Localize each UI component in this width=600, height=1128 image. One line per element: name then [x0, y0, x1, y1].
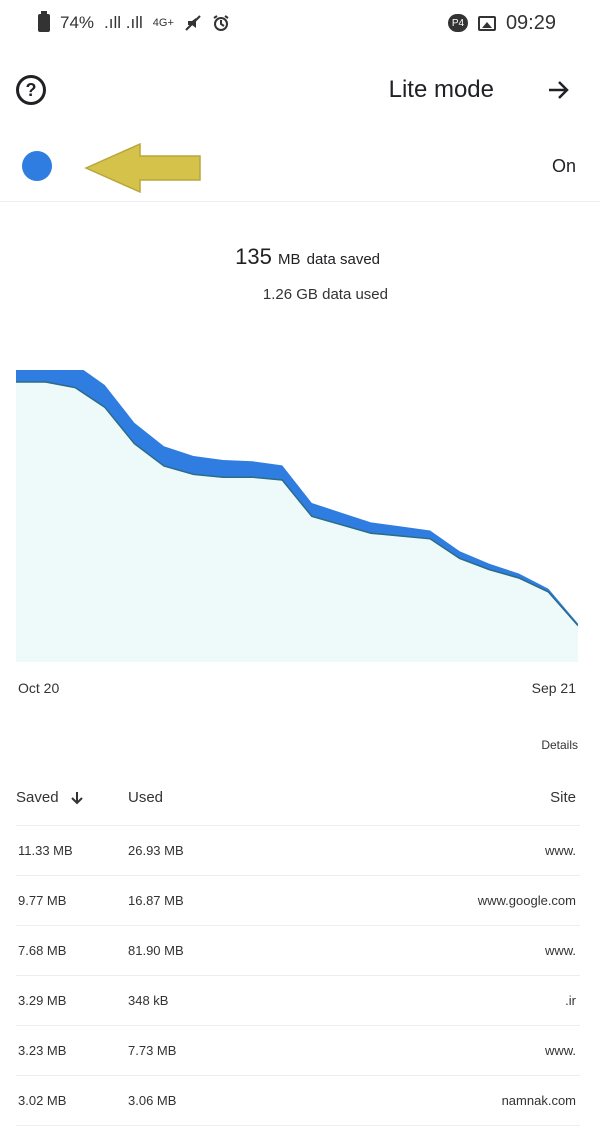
status-bar: 74% .ıll .ıll 4G+ P4 09:29 [0, 0, 600, 46]
x-axis-tick-right: Sep 21 [531, 680, 576, 696]
saved-unit: MB [277, 251, 301, 268]
help-icon[interactable]: ? [16, 75, 46, 105]
row-saved: 9.77 MB [18, 893, 67, 908]
status-right: P4 09:29 [447, 11, 556, 35]
table-row[interactable]: 3.02 MB 3.06 MB namnak.com [16, 1076, 580, 1126]
chart-area [16, 382, 578, 662]
toggle-label: On [551, 156, 576, 176]
arrow-left-annotation [84, 142, 201, 194]
used-column-header[interactable]: Used [128, 789, 163, 806]
saved-value: 135 [235, 244, 272, 269]
row-site: .ir [565, 993, 576, 1008]
x-axis-tick-left: Oct 20 [18, 680, 60, 696]
arrow-back-icon[interactable] [542, 73, 576, 107]
battery-icon [38, 11, 50, 32]
page-title: Lite mode [388, 76, 494, 103]
row-saved: 3.23 MB [18, 1043, 67, 1058]
notification-pill: P4 [447, 14, 468, 32]
table-header: Saved Used Site [16, 778, 580, 826]
row-site: www. [544, 943, 576, 958]
row-saved: 11.33 MB [18, 843, 73, 858]
row-used: 26.93 MB [128, 843, 184, 858]
alarm-icon [213, 15, 229, 31]
sites-table: Saved Used Site 11.33 MB 26.93 MB www. 9… [16, 778, 580, 1126]
status-left: 74% .ıll .ıll 4G+ [38, 11, 230, 33]
row-used: 7.73 MB [128, 1043, 177, 1058]
table-row[interactable]: 11.33 MB 26.93 MB www. [16, 826, 580, 876]
table-row[interactable]: 7.68 MB 81.90 MB www. [16, 926, 580, 976]
battery-percent: 74% [60, 13, 95, 32]
row-used: 16.87 MB [128, 893, 184, 908]
mute-icon [185, 15, 201, 31]
row-saved: 7.68 MB [18, 943, 67, 958]
row-used: 81.90 MB [128, 943, 184, 958]
table-row[interactable]: 3.23 MB 7.73 MB www. [16, 1026, 580, 1076]
row-used: 348 kB [128, 993, 169, 1008]
saved-column-header[interactable]: Saved [16, 789, 85, 806]
data-saved-line: 135 MB data saved [235, 244, 380, 270]
row-site: www. [544, 1043, 576, 1058]
row-site: namnak.com [501, 1093, 576, 1108]
data-used-line: 1.26 GB data used [262, 286, 388, 303]
app-bar: ? Lite mode [0, 60, 600, 120]
saved-suffix: data saved [306, 251, 380, 268]
details-label: Details [541, 738, 578, 752]
row-site: www. [544, 843, 576, 858]
saved-header-label: Saved [16, 789, 59, 806]
signal-strength: .ıll .ıll [104, 13, 143, 32]
row-saved: 3.02 MB [18, 1093, 67, 1108]
row-saved: 3.29 MB [18, 993, 67, 1008]
arrow-down-icon [70, 791, 83, 804]
row-used: 3.06 MB [128, 1093, 177, 1108]
network-type: 4G+ [152, 17, 174, 29]
clock: 09:29 [505, 11, 556, 34]
table-row[interactable]: 3.29 MB 348 kB .ir [16, 976, 580, 1026]
table-row[interactable]: 9.77 MB 16.87 MB www.google.com [16, 876, 580, 926]
data-usage-chart [16, 370, 578, 662]
site-column-header[interactable]: Site [550, 789, 576, 806]
image-icon [477, 15, 496, 31]
toggle-switch[interactable] [22, 151, 52, 181]
row-site: www.google.com [477, 893, 576, 908]
